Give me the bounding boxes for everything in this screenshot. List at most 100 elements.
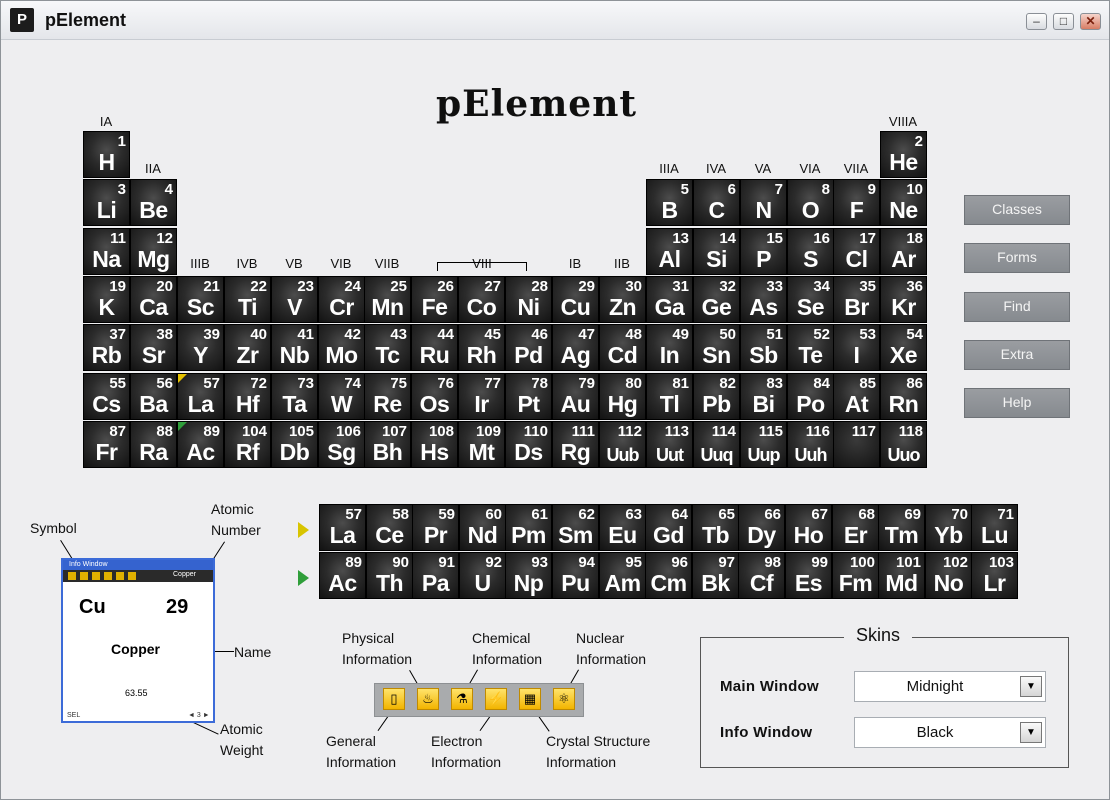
element-cell-k[interactable]: 19 K [83,276,130,323]
element-cell-au[interactable]: 79 Au [552,373,599,420]
element-cell-mt[interactable]: 109 Mt [458,421,505,468]
element-cell-sr[interactable]: 38 Sr [130,324,177,371]
element-cell-bh[interactable]: 107 Bh [364,421,411,468]
element-cell-cm[interactable]: 96 Cm [645,552,692,599]
element-cell-lu[interactable]: 71 Lu [971,504,1018,551]
help-button[interactable]: Help [964,388,1070,419]
element-cell-mg[interactable]: 12 Mg [130,228,177,275]
element-cell-w[interactable]: 74 W [318,373,365,420]
element-cell-np[interactable]: 93 Np [505,552,552,599]
element-cell-n[interactable]: 7N [740,179,787,226]
element-cell-uub[interactable]: 112 Uub [599,421,646,468]
element-cell-he[interactable]: 2 He [880,131,927,178]
element-cell-rb[interactable]: 37 Rb [83,324,130,371]
element-cell-ni[interactable]: 28 Ni [505,276,552,323]
element-cell-li[interactable]: 3 Li [83,179,130,226]
element-cell-tc[interactable]: 43 Tc [364,324,411,371]
element-cell-sg[interactable]: 106 Sg [318,421,365,468]
extra-button[interactable]: Extra [964,339,1070,370]
element-cell-dy[interactable]: 66 Dy [738,504,785,551]
element-cell-ac[interactable]: 89 Ac [319,552,366,599]
element-cell-kr[interactable]: 36 Kr [880,276,927,323]
element-cell-i[interactable]: 53 I [833,324,880,371]
element-cell-u[interactable]: 92 U [459,552,506,599]
element-cell-uuh[interactable]: 116 Uuh [787,421,834,468]
element-cell-zn[interactable]: 30 Zn [599,276,646,323]
chemical-info-icon[interactable]: ⚗ [451,688,473,710]
element-cell-bi[interactable]: 83 Bi [740,373,787,420]
element-cell-uuq[interactable]: 114 Uuq [693,421,740,468]
element-cell-in[interactable]: 49 In [646,324,693,371]
element-cell-ru[interactable]: 44 Ru [411,324,458,371]
element-cell-cf[interactable]: 98 Cf [738,552,785,599]
element-cell-f[interactable]: 9F [833,179,880,226]
maximize-button[interactable]: □ [1053,13,1074,30]
title-bar[interactable]: P pElement – □ ✕ [1,1,1109,40]
element-cell-pb[interactable]: 82 Pb [693,373,740,420]
element-cell-rh[interactable]: 45 Rh [458,324,505,371]
main-window-skin-select[interactable]: Midnight ▼ [854,671,1046,702]
element-cell-uut[interactable]: 113 Uut [646,421,693,468]
element-cell-s[interactable]: 16 S [787,228,834,275]
minimize-button[interactable]: – [1026,13,1047,30]
element-cell-na[interactable]: 11 Na [83,228,130,275]
element-cell-rf[interactable]: 104 Rf [224,421,271,468]
element-cell-h[interactable]: 1H [83,131,130,178]
element-cell-tl[interactable]: 81 Tl [646,373,693,420]
element-cell-la[interactable]: 57 La [177,373,224,420]
element-cell-am[interactable]: 95 Am [599,552,646,599]
element-cell-sc[interactable]: 21 Sc [177,276,224,323]
element-cell-al[interactable]: 13 Al [646,228,693,275]
classes-button[interactable]: Classes [964,195,1070,225]
element-cell-xe[interactable]: 54 Xe [880,324,927,371]
element-cell-bk[interactable]: 97 Bk [692,552,739,599]
element-cell-nd[interactable]: 60 Nd [459,504,506,551]
element-cell-ne[interactable]: 10 Ne [880,179,927,226]
element-cell-fm[interactable]: 100 Fm [832,552,879,599]
element-cell-pa[interactable]: 91 Pa [412,552,459,599]
general-info-icon[interactable]: ▯ [383,688,405,710]
chevron-down-icon[interactable]: ▼ [1020,676,1042,697]
element-cell-ca[interactable]: 20 Ca [130,276,177,323]
element-cell-cl[interactable]: 17 Cl [833,228,880,275]
element-cell-pt[interactable]: 78 Pt [505,373,552,420]
element-cell-po[interactable]: 84 Po [787,373,834,420]
element-cell-fr[interactable]: 87 Fr [83,421,130,468]
element-cell-be[interactable]: 4 Be [130,179,177,226]
element-cell-la[interactable]: 57 La [319,504,366,551]
element-cell-nb[interactable]: 41 Nb [271,324,318,371]
element-cell-sn[interactable]: 50 Sn [693,324,740,371]
element-cell-hg[interactable]: 80 Hg [599,373,646,420]
close-button[interactable]: ✕ [1080,13,1101,30]
element-cell-ra[interactable]: 88 Ra [130,421,177,468]
element-cell-ir[interactable]: 77 Ir [458,373,505,420]
element-cell-pm[interactable]: 61 Pm [505,504,552,551]
element-cell-cd[interactable]: 48 Cd [599,324,646,371]
crystal-info-icon[interactable]: ▦ [519,688,541,710]
element-cell-er[interactable]: 68 Er [832,504,879,551]
element-cell-no[interactable]: 102 No [925,552,972,599]
element-cell-hs[interactable]: 108 Hs [411,421,458,468]
element-cell-si[interactable]: 14 Si [693,228,740,275]
electron-info-icon[interactable]: ⚡ [485,688,507,710]
element-cell-yb[interactable]: 70 Yb [925,504,972,551]
physical-info-icon[interactable]: ♨ [417,688,439,710]
element-cell-as[interactable]: 33 As [740,276,787,323]
forms-button[interactable]: Forms [964,243,1070,274]
element-cell-at[interactable]: 85 At [833,373,880,420]
element-cell-br[interactable]: 35 Br [833,276,880,323]
element-cell-ds[interactable]: 110 Ds [505,421,552,468]
element-cell-ag[interactable]: 47 Ag [552,324,599,371]
element-cell-mn[interactable]: 25 Mn [364,276,411,323]
element-cell-zr[interactable]: 40 Zr [224,324,271,371]
element-cell-eu[interactable]: 63 Eu [599,504,646,551]
element-cell-fe[interactable]: 26 Fe [411,276,458,323]
element-cell-ti[interactable]: 22 Ti [224,276,271,323]
find-button[interactable]: Find [964,291,1070,322]
nuclear-info-icon[interactable]: ⚛ [553,688,575,710]
element-cell-os[interactable]: 76 Os [411,373,458,420]
element-cell-ba[interactable]: 56 Ba [130,373,177,420]
element-cell-cr[interactable]: 24 Cr [318,276,365,323]
element-cell-rn[interactable]: 86 Rn [880,373,927,420]
element-cell-tb[interactable]: 65 Tb [692,504,739,551]
